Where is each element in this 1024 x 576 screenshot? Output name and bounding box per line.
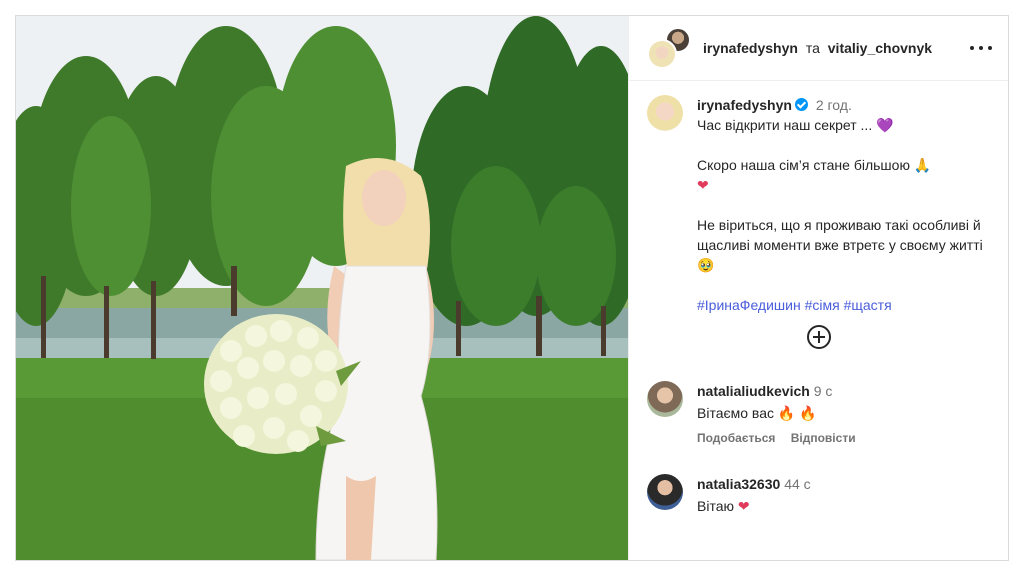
- comment-time[interactable]: 44 с: [784, 476, 810, 492]
- comment-username[interactable]: natalia32630: [697, 476, 780, 492]
- red-heart-icon: ❤: [737, 498, 750, 514]
- post-photo[interactable]: [16, 16, 628, 560]
- caption-username[interactable]: irynafedyshyn: [697, 97, 792, 113]
- comment-item: natalialiudkevich 9 с Вітаємо вас 🔥 🔥 По…: [647, 381, 868, 445]
- avatar[interactable]: [647, 381, 683, 417]
- post-side-panel: irynafedyshyn та vitaliy_chovnyk irynafe…: [628, 16, 1008, 560]
- caption-time[interactable]: 2 год.: [816, 97, 852, 113]
- caption-line-2: Скоро наша сім’я стане більшою: [697, 157, 910, 173]
- fire-icon: 🔥 🔥: [777, 405, 817, 421]
- load-more-comments-icon[interactable]: [806, 325, 831, 349]
- post-header: irynafedyshyn та vitaliy_chovnyk: [629, 16, 1008, 81]
- purple-heart-icon: 💜: [876, 117, 894, 133]
- comment-text: Вітаємо вас: [697, 405, 774, 421]
- comment-username[interactable]: natalialiudkevich: [697, 383, 810, 399]
- avatar[interactable]: [647, 474, 683, 510]
- post-comments-area[interactable]: irynafedyshyn 2 год. Час відкрити наш се…: [629, 81, 1008, 560]
- post-modal: irynafedyshyn та vitaliy_chovnyk irynafe…: [15, 15, 1009, 561]
- avatar[interactable]: [647, 95, 683, 131]
- post-authors: irynafedyshyn та vitaliy_chovnyk: [703, 40, 932, 56]
- caption-line-1: Час відкрити наш секрет ...: [697, 117, 873, 133]
- comment-time[interactable]: 9 с: [814, 383, 833, 399]
- like-comment-button[interactable]: Подобається: [697, 431, 775, 445]
- more-options-icon[interactable]: [970, 38, 992, 58]
- praying-hands-icon: 🙏: [913, 157, 932, 173]
- verified-badge-icon: [794, 98, 808, 111]
- caption-hashtags[interactable]: #ІринаФедишин #сімя #щастя: [697, 295, 987, 315]
- comment-item: natalia32630 44 с Вітаю ❤: [647, 474, 811, 516]
- red-heart-icon: ❤: [697, 177, 709, 193]
- reply-comment-button[interactable]: Відповісти: [791, 431, 856, 445]
- collab-avatars[interactable]: [647, 27, 691, 69]
- author-link-2[interactable]: vitaliy_chovnyk: [828, 40, 932, 56]
- teary-face-icon: 🥹: [697, 257, 715, 273]
- author-link-1[interactable]: irynafedyshyn: [703, 40, 798, 56]
- comment-text: Вітаю: [697, 498, 734, 514]
- avatar[interactable]: [647, 39, 677, 69]
- post-caption: irynafedyshyn 2 год. Час відкрити наш се…: [647, 95, 992, 315]
- photo-illustration: [16, 16, 628, 560]
- caption-line-3: Не віриться, що я проживаю такі особливі…: [697, 217, 983, 253]
- authors-conjunction: та: [805, 40, 820, 56]
